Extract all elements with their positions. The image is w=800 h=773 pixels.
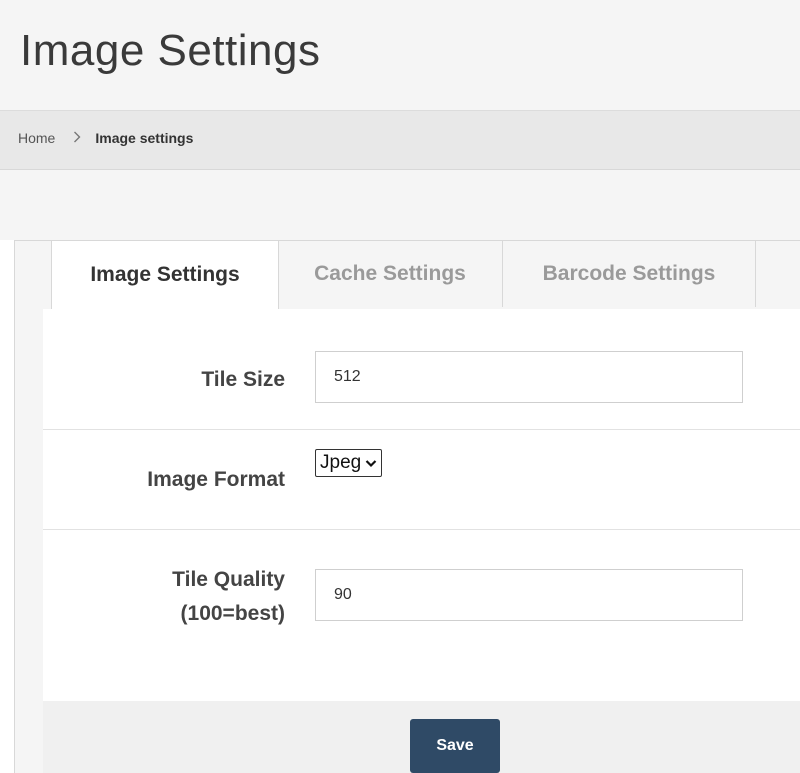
settings-panel: Image Settings Cache Settings Barcode Se… [14, 240, 800, 773]
form-row-tile-size: Tile Size [43, 309, 800, 430]
image-format-selected: Jpeg [320, 452, 362, 473]
form-row-tile-quality: Tile Quality (100=best) [43, 529, 800, 701]
form-row-image-format: Image Format Jpeg [43, 429, 800, 530]
tile-size-input[interactable] [315, 351, 743, 403]
tab-image-settings[interactable]: Image Settings [51, 241, 279, 309]
tab-label: Barcode Settings [542, 262, 716, 285]
breadcrumb: Home Image settings [18, 130, 193, 146]
tab-bar-lead [15, 241, 52, 307]
tile-quality-label: Tile Quality (100=best) [172, 563, 285, 631]
spacer-band [0, 170, 800, 240]
save-button[interactable]: Save [410, 719, 500, 773]
tab-bar: Image Settings Cache Settings Barcode Se… [15, 241, 800, 309]
tab-barcode-settings[interactable]: Barcode Settings [503, 241, 756, 307]
chevron-down-icon [365, 459, 377, 467]
tab-content: Tile Size Image Format Jpeg Tile Quality… [43, 309, 800, 773]
page-title: Image Settings [20, 26, 321, 75]
image-format-label: Image Format [147, 468, 285, 491]
breadcrumb-home-link[interactable]: Home [18, 130, 55, 146]
title-band: Image Settings [0, 0, 800, 111]
chevron-right-icon [73, 130, 81, 146]
tab-label: Cache Settings [314, 262, 466, 285]
tile-quality-label-line2: (100=best) [180, 602, 285, 625]
image-format-select[interactable]: Jpeg [315, 449, 383, 477]
form-footer: Save [43, 701, 800, 773]
breadcrumb-band: Home Image settings [0, 111, 800, 170]
tile-quality-input[interactable] [315, 569, 743, 621]
tab-label: Image Settings [90, 263, 240, 286]
tab-cache-settings[interactable]: Cache Settings [278, 241, 503, 307]
breadcrumb-current: Image settings [95, 130, 194, 146]
tile-size-label: Tile Size [201, 368, 285, 391]
tile-quality-label-line1: Tile Quality [172, 568, 285, 591]
